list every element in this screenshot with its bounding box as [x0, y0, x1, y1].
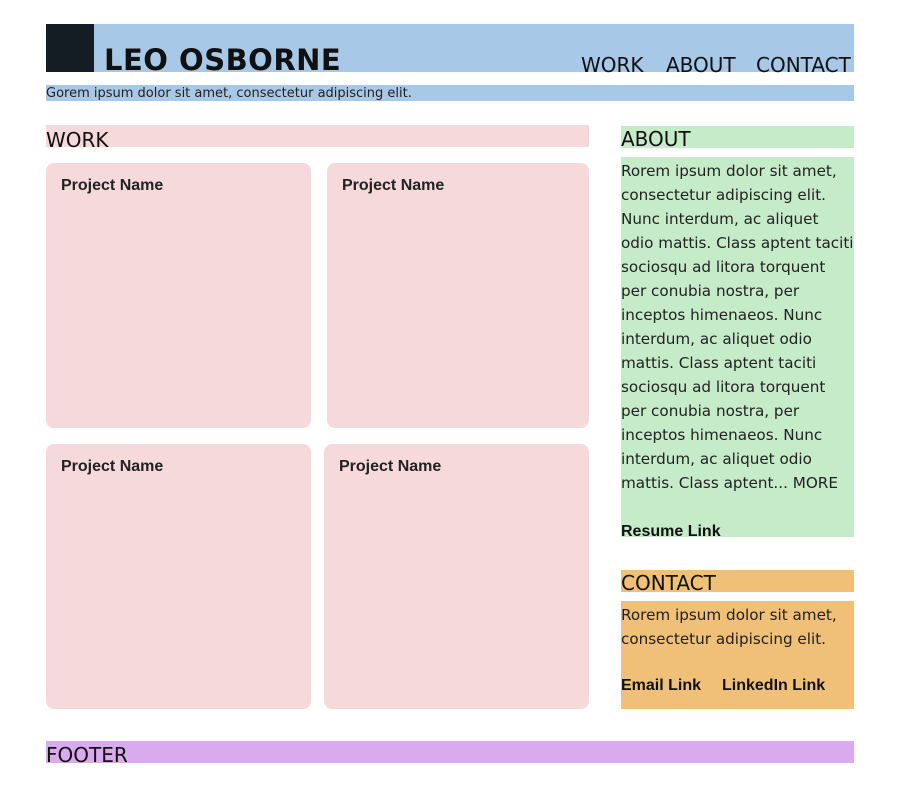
about-body-text: Rorem ipsum dolor sit amet, consectetur …	[621, 162, 854, 492]
logo-mark[interactable]	[46, 24, 94, 72]
email-link[interactable]: Email Link	[621, 676, 701, 696]
footer-bar	[46, 741, 854, 763]
contact-heading: CONTACT	[621, 571, 716, 595]
nav-link-contact[interactable]: CONTACT	[756, 52, 851, 78]
project-title: Project Name	[61, 458, 164, 475]
project-title: Project Name	[339, 458, 442, 475]
project-title: Project Name	[61, 177, 164, 194]
more-link[interactable]: MORE	[793, 474, 838, 492]
linkedin-link[interactable]: LinkedIn Link	[722, 676, 825, 696]
work-heading: WORK	[46, 128, 109, 152]
project-title: Project Name	[342, 177, 445, 194]
tagline: Gorem ipsum dolor sit amet, consectetur …	[46, 86, 412, 101]
project-card[interactable]: Project Name	[324, 444, 589, 709]
about-text: Rorem ipsum dolor sit amet, consectetur …	[621, 159, 854, 495]
footer-heading: FOOTER	[46, 743, 128, 767]
resume-link[interactable]: Resume Link	[621, 522, 721, 542]
about-heading: ABOUT	[621, 127, 691, 151]
about-panel: Rorem ipsum dolor sit amet, consectetur …	[621, 157, 854, 540]
portfolio-page: LEO OSBORNE WORK ABOUT CONTACT Gorem ips…	[0, 0, 900, 800]
project-card[interactable]: Project Name	[327, 163, 589, 428]
site-title[interactable]: LEO OSBORNE	[104, 42, 341, 78]
project-card[interactable]: Project Name	[46, 444, 311, 709]
nav-link-about[interactable]: ABOUT	[666, 52, 736, 78]
contact-text: Rorem ipsum dolor sit amet, consectetur …	[621, 606, 837, 648]
project-card[interactable]: Project Name	[46, 163, 311, 428]
contact-panel: Rorem ipsum dolor sit amet, consectetur …	[621, 601, 854, 709]
work-heading-bar	[46, 125, 589, 147]
nav-link-work[interactable]: WORK	[581, 52, 644, 78]
